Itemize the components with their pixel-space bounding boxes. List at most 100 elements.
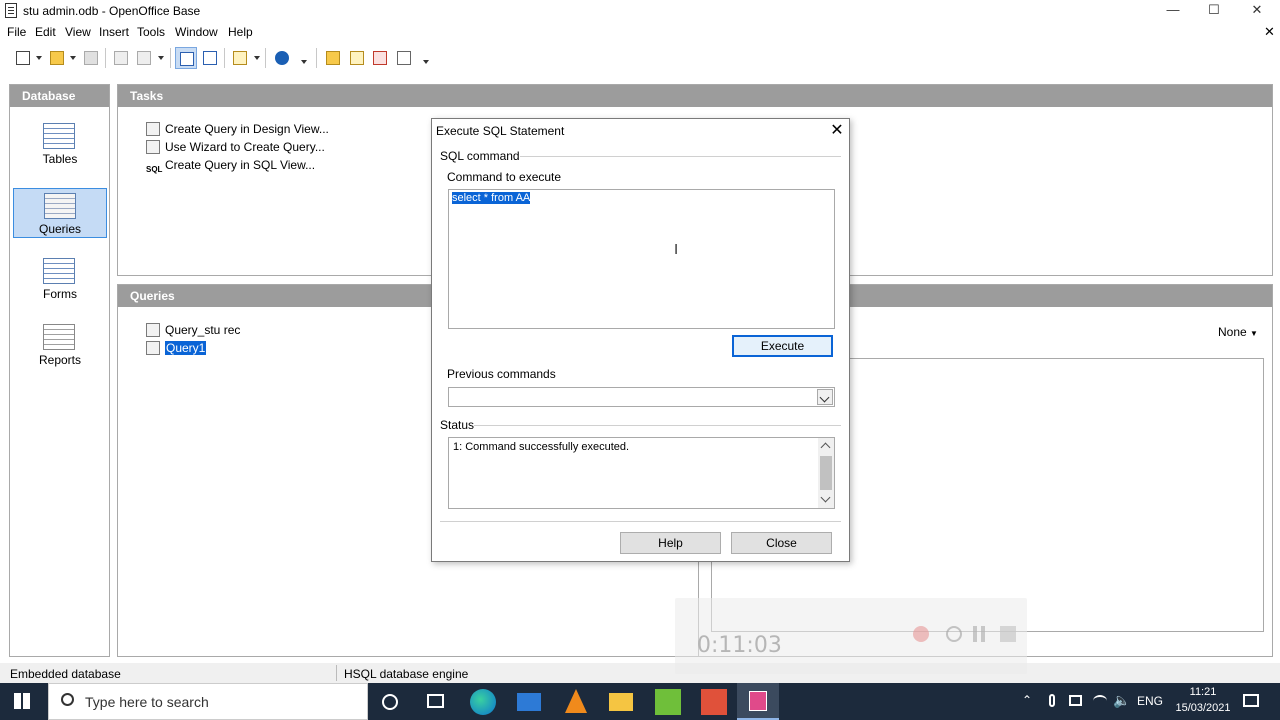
input-language[interactable]: ENG <box>1137 694 1163 708</box>
windows-start-icon[interactable] <box>14 693 30 709</box>
vlc-icon[interactable] <box>565 689 587 713</box>
windows-taskbar: Type here to search ⌃ 🔈 ENG 11:21 15/03/… <box>0 683 1280 720</box>
dialog-close-icon[interactable]: ✕ <box>827 121 847 141</box>
toolbar-separator <box>316 48 317 68</box>
pause-icon[interactable] <box>973 626 985 642</box>
close-document-button[interactable]: ✕ <box>1264 24 1275 40</box>
tasks-panel-header: Tasks <box>118 85 1272 107</box>
open-database-object-icon[interactable] <box>322 47 344 69</box>
volume-icon[interactable]: 🔈 <box>1113 692 1130 709</box>
open-dropdown-arrow-icon[interactable] <box>70 56 76 60</box>
camtasia-icon[interactable] <box>655 689 681 715</box>
delete-object-icon[interactable] <box>369 47 391 69</box>
title-bar: stu admin.odb - OpenOffice Base — ☐ ✕ <box>0 0 1280 22</box>
query-label: Query_stu rec <box>165 323 241 337</box>
paste-icon[interactable] <box>133 47 155 69</box>
edit-object-icon[interactable] <box>346 47 368 69</box>
task-use-wizard[interactable]: Use Wizard to Create Query... <box>146 140 325 154</box>
menu-help[interactable]: Help <box>228 25 253 39</box>
scroll-up-icon[interactable] <box>820 442 831 453</box>
previous-commands-label: Previous commands <box>447 367 556 381</box>
stop-icon[interactable] <box>1000 626 1016 642</box>
help-button[interactable]: Help <box>620 532 721 554</box>
status-textarea[interactable]: 1: Command successfully executed. <box>448 437 835 509</box>
restart-icon[interactable] <box>946 626 962 642</box>
task-label: Create Query in Design View... <box>165 122 329 136</box>
database-item-queries[interactable]: Queries <box>13 188 107 238</box>
close-button[interactable]: Close <box>731 532 832 554</box>
sql-icon: SQL <box>146 165 163 174</box>
maximize-button[interactable]: ☐ <box>1191 0 1237 22</box>
copy-icon[interactable] <box>110 47 132 69</box>
toolbar-separator <box>105 48 106 68</box>
menu-tools[interactable]: Tools <box>137 25 165 39</box>
toolbar-options-arrow-icon[interactable] <box>301 60 307 64</box>
database-item-label: Forms <box>43 287 77 301</box>
new-database-object-icon[interactable] <box>229 47 251 69</box>
toolbar-separator <box>265 48 266 68</box>
new-dropdown-arrow-icon[interactable] <box>36 56 42 60</box>
database-item-reports[interactable]: Reports <box>13 320 107 370</box>
sort-ascending-icon[interactable] <box>175 47 197 69</box>
taskbar-search-box[interactable]: Type here to search <box>48 683 368 720</box>
sql-command-group-label: SQL command <box>440 149 520 163</box>
open-folder-icon[interactable] <box>46 47 68 69</box>
button-row-divider <box>440 521 841 522</box>
status-separator <box>336 665 337 681</box>
new-object-dropdown-arrow-icon[interactable] <box>254 56 260 60</box>
task-create-query-design-view[interactable]: Create Query in Design View... <box>146 122 329 136</box>
query-item[interactable]: Query_stu rec <box>146 323 240 337</box>
camera-icon[interactable] <box>1069 695 1082 706</box>
window-title: stu admin.odb - OpenOffice Base <box>23 4 201 18</box>
task-create-query-sql-view[interactable]: SQL Create Query in SQL View... <box>146 158 315 177</box>
previous-commands-select[interactable] <box>448 387 835 407</box>
minimize-button[interactable]: — <box>1150 0 1196 22</box>
menu-window[interactable]: Window <box>175 25 218 39</box>
scroll-down-icon[interactable] <box>820 492 831 503</box>
query-item-selected[interactable]: Query1 <box>146 341 207 355</box>
database-item-forms[interactable]: Forms <box>13 254 107 304</box>
sort-descending-icon[interactable] <box>199 47 221 69</box>
standard-toolbar <box>0 44 1280 72</box>
menu-file[interactable]: File <box>7 25 26 39</box>
menu-bar: File Edit View Insert Tools Window Help … <box>0 22 1280 42</box>
menu-edit[interactable]: Edit <box>35 25 56 39</box>
preview-select[interactable]: None ▼ <box>1218 325 1258 339</box>
wifi-icon[interactable] <box>1093 695 1107 707</box>
new-document-icon[interactable] <box>12 47 34 69</box>
sql-command-textarea[interactable]: select * from AA <box>448 189 835 329</box>
command-to-execute-label: Command to execute <box>447 170 562 184</box>
close-window-button[interactable]: ✕ <box>1234 0 1280 22</box>
openoffice-taskbar-button[interactable] <box>737 683 779 720</box>
status-scrollbar[interactable] <box>818 438 834 508</box>
task-label: Create Query in SQL View... <box>165 158 316 172</box>
rename-object-icon[interactable] <box>393 47 415 69</box>
save-icon[interactable] <box>80 47 102 69</box>
recorder-app-icon[interactable] <box>701 689 727 715</box>
toolbar-options-arrow-icon[interactable] <box>423 60 429 64</box>
paste-dropdown-arrow-icon[interactable] <box>158 56 164 60</box>
status-group-label: Status <box>440 418 475 432</box>
help-icon[interactable] <box>271 47 293 69</box>
menu-insert[interactable]: Insert <box>99 25 129 39</box>
recording-time: 0:11:03 <box>697 633 782 658</box>
clock-date[interactable]: 15/03/2021 <box>1172 702 1234 714</box>
microphone-icon[interactable] <box>1049 694 1055 707</box>
menu-view[interactable]: View <box>65 25 91 39</box>
record-icon[interactable] <box>913 626 929 642</box>
notifications-icon[interactable] <box>1243 694 1259 707</box>
clock-time[interactable]: 11:21 <box>1172 686 1234 698</box>
database-item-tables[interactable]: Tables <box>13 119 107 169</box>
group-divider <box>474 425 841 426</box>
show-hidden-icons-icon[interactable]: ⌃ <box>1022 693 1032 707</box>
database-panel: Database Tables Queries Forms Reports <box>9 84 110 657</box>
execute-sql-dialog: Execute SQL Statement ✕ SQL command Comm… <box>431 118 850 562</box>
cortana-icon[interactable] <box>382 694 398 710</box>
scrollbar-thumb[interactable] <box>820 456 832 490</box>
edge-browser-icon[interactable] <box>470 689 496 715</box>
mail-icon[interactable] <box>517 693 541 711</box>
chevron-down-icon[interactable] <box>817 389 833 405</box>
execute-button[interactable]: Execute <box>732 335 833 357</box>
file-explorer-icon[interactable] <box>609 693 633 711</box>
task-view-icon[interactable] <box>427 694 444 708</box>
